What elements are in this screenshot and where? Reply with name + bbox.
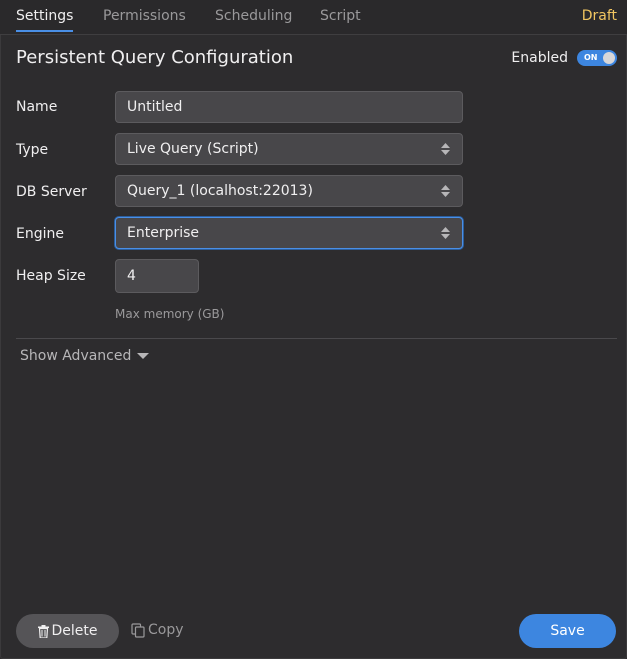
enabled-control: Enabled ON: [511, 50, 617, 66]
delete-label: Delete: [51, 623, 98, 639]
engine-label: Engine: [16, 226, 64, 242]
type-label: Type: [16, 142, 49, 158]
tab-script[interactable]: Script: [320, 8, 361, 24]
draft-status: Draft: [581, 8, 617, 24]
toggle-knob: [603, 52, 615, 64]
type-select-value: Live Query (Script): [127, 141, 259, 157]
db-server-select-value: Query_1 (localhost:22013): [127, 183, 313, 199]
divider: [16, 338, 617, 339]
show-advanced-label: Show Advanced: [20, 348, 132, 364]
copy-label: Copy: [148, 622, 184, 638]
heap-size-hint: Max memory (GB): [115, 307, 225, 321]
select-arrows-icon: [441, 143, 450, 155]
name-input[interactable]: Untitled: [115, 91, 463, 123]
copy-icon: [131, 622, 145, 638]
engine-select-value: Enterprise: [127, 225, 200, 241]
trash-icon: [37, 624, 49, 638]
caret-down-icon: [137, 353, 150, 359]
toggle-on-text: ON: [584, 53, 598, 62]
select-arrows-icon: [441, 227, 450, 239]
save-label: Save: [550, 623, 585, 639]
enabled-toggle[interactable]: ON: [577, 50, 617, 66]
copy-button[interactable]: Copy: [131, 622, 184, 638]
heap-size-input[interactable]: 4: [115, 259, 199, 293]
tab-scheduling[interactable]: Scheduling: [215, 8, 292, 24]
show-advanced-toggle[interactable]: Show Advanced: [20, 348, 150, 364]
name-label: Name: [16, 99, 58, 115]
delete-button[interactable]: Delete: [16, 614, 119, 648]
tab-settings[interactable]: Settings: [16, 8, 74, 32]
enabled-label: Enabled: [511, 50, 568, 66]
db-server-label: DB Server: [16, 184, 87, 200]
heap-size-label: Heap Size: [16, 268, 86, 284]
select-arrows-icon: [441, 185, 450, 197]
tab-bar: Settings Permissions Scheduling Script D…: [0, 0, 627, 35]
save-button[interactable]: Save: [519, 614, 616, 648]
page-title: Persistent Query Configuration: [16, 47, 294, 68]
db-server-select[interactable]: Query_1 (localhost:22013): [115, 175, 463, 207]
engine-select[interactable]: Enterprise: [115, 217, 463, 249]
type-select[interactable]: Live Query (Script): [115, 133, 463, 165]
tab-permissions[interactable]: Permissions: [103, 8, 186, 24]
